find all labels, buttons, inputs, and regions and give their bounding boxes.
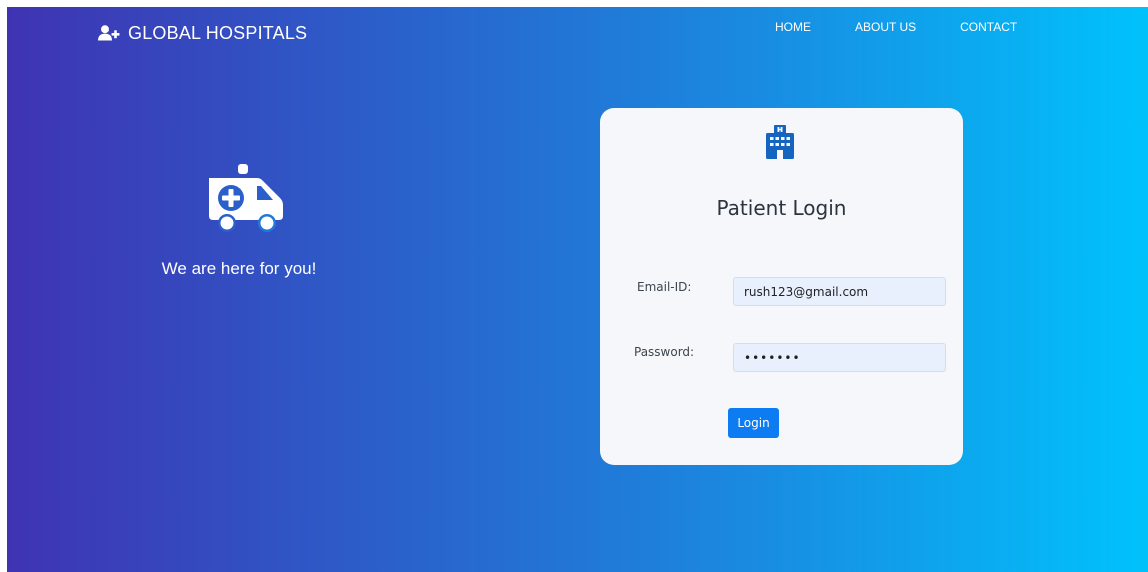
login-title: Patient Login <box>716 196 847 220</box>
hospital-building-icon <box>765 125 795 163</box>
user-plus-icon <box>98 25 120 41</box>
ambulance-icon <box>207 164 285 238</box>
email-label: Email-ID: <box>637 280 692 294</box>
password-label: Password: <box>634 345 695 359</box>
nav-about-us[interactable]: ABOUT US <box>855 20 916 34</box>
nav-contact[interactable]: CONTACT <box>960 20 1017 34</box>
main-nav: HOME ABOUT US CONTACT <box>775 20 1017 34</box>
brand-name: GLOBAL HOSPITALS <box>128 22 308 43</box>
page-background: GLOBAL HOSPITALS HOME ABOUT US CONTACT W… <box>7 7 1148 572</box>
login-card: Patient Login Email-ID: Password: Login <box>600 108 963 465</box>
nav-home[interactable]: HOME <box>775 20 811 34</box>
brand-logo[interactable]: GLOBAL HOSPITALS <box>98 21 307 45</box>
login-button[interactable]: Login <box>728 408 779 438</box>
hero-tagline: We are here for you! <box>161 259 317 278</box>
password-field[interactable] <box>733 343 946 372</box>
email-field[interactable] <box>733 277 946 306</box>
